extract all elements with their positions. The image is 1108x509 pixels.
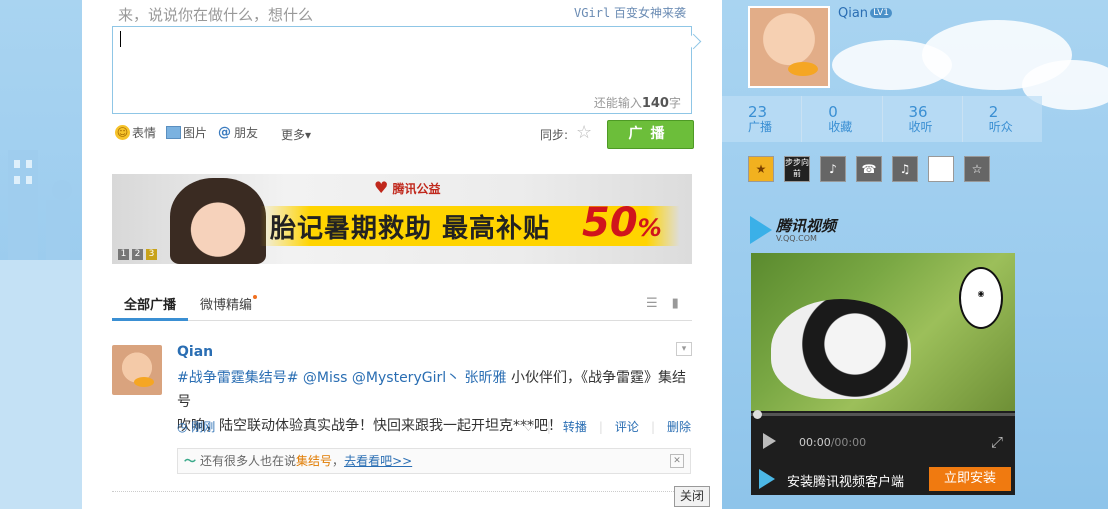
composer-toolbar: ☺ 表情 图片 @ 朋友 (115, 124, 258, 141)
banner-percent: 50% (582, 200, 662, 246)
list-view-icon[interactable]: ☰ (646, 296, 658, 311)
delete-link[interactable]: 删除 (667, 418, 691, 435)
app-icons: ★ 步步向前 ♪ ☎ ♫ ☆ … (748, 156, 990, 308)
hot-topic-cn: 百变女神来袭 (610, 6, 686, 20)
text-caret (120, 31, 121, 47)
phone-app-icon[interactable]: ☎ (856, 156, 882, 182)
fullscreen-icon[interactable]: ⤢ (991, 433, 1003, 451)
music-app-icon[interactable]: ♪ (820, 156, 846, 182)
video-frame[interactable]: ◉ (751, 253, 1015, 411)
tip-topic[interactable]: 集结号 (296, 454, 332, 468)
video-player[interactable]: ◉ 00:00/00:00 ⤢ 安装腾讯视频客户端 立即安装 (751, 253, 1015, 495)
post-meta: ◷ 刚刚 ♡ | 转播 | 评论 | 删除 (177, 418, 691, 435)
post-menu-dropdown[interactable]: ▾ (676, 342, 692, 356)
banner-pager: 1 2 3 (118, 249, 157, 260)
post-divider (112, 491, 692, 492)
banner-page-2[interactable]: 2 (132, 249, 143, 260)
emoji-button[interactable]: ☺ 表情 (115, 124, 156, 141)
level-badge: LV1 (870, 8, 892, 18)
blank-app-icon[interactable] (928, 156, 954, 182)
banner-page-3[interactable]: 3 (146, 249, 157, 260)
panda-badge-icon: ◉ (959, 267, 1003, 329)
tip-link[interactable]: 去看看吧>> (344, 454, 412, 468)
medal-app-icon[interactable]: ★ (748, 156, 774, 182)
image-icon (166, 126, 182, 139)
video-time: 00:00/00:00 (799, 436, 867, 449)
smile-icon: ☺ (115, 125, 130, 140)
play-logo-icon (750, 216, 772, 244)
install-bar: 安装腾讯视频客户端 立即安装 (751, 463, 1015, 495)
charity-logo: ♥ 腾讯公益 (374, 178, 441, 197)
charity-banner[interactable]: ♥ 腾讯公益 胎记暑期救助 最高补贴 50% 1 2 3 (112, 174, 692, 264)
note-app-icon[interactable]: ♫ (892, 156, 918, 182)
tab-weibo-picks[interactable]: 微博精编 (200, 294, 252, 313)
close-icon[interactable]: ✕ (670, 454, 684, 468)
mention-friends-button[interactable]: @ 朋友 (217, 124, 258, 141)
hot-topic-en: VGirl (574, 6, 611, 20)
post-avatar[interactable] (112, 345, 162, 395)
new-dot (253, 295, 257, 299)
stat-favorites[interactable]: 0 收藏 (802, 96, 883, 142)
video-progress[interactable] (751, 410, 1015, 419)
stat-followers[interactable]: 2 听众 (963, 96, 1042, 142)
profile-avatar[interactable] (748, 6, 830, 88)
sync-star-icon[interactable]: ☆ (576, 122, 592, 143)
compose-textarea[interactable]: 还能输入140字 (112, 26, 692, 114)
tab-all-broadcasts[interactable]: 全部广播 (111, 294, 189, 321)
city-illustration (0, 150, 82, 509)
panda-image (771, 299, 911, 399)
post-actions: ♡ | 转播 | 评论 | 删除 (522, 418, 691, 435)
install-button[interactable]: 立即安装 (929, 467, 1011, 491)
tencent-video-logo[interactable]: 腾讯视频 V.QQ.COM (750, 216, 836, 244)
profile-name[interactable]: Qian LV1 (838, 6, 892, 21)
at-icon: @ (218, 125, 232, 140)
post-username[interactable]: Qian (177, 344, 213, 360)
char-count: 还能输入140字 (593, 96, 681, 111)
progress-knob[interactable] (753, 410, 762, 419)
main-column: 来，说说你在做什么，想什么 VGirl 百变女神来袭 还能输入140字 ☺ 表情… (82, 0, 722, 509)
heart-icon: ♥ (374, 178, 389, 197)
broadcast-button[interactable]: 广播 (607, 120, 694, 149)
feed-tabs: 全部广播 微博精编 ☰ ▮ (111, 286, 692, 321)
star-app-icon[interactable]: ☆ (964, 156, 990, 182)
post-mentions[interactable]: @Miss @MysteryGirl丶 张昕雅 (298, 370, 507, 386)
comment-link[interactable]: 评论 (615, 418, 639, 435)
composer-hint: 来，说说你在做什么，想什么 (118, 6, 314, 24)
hot-topic-link[interactable]: VGirl 百变女神来袭 (574, 4, 686, 21)
close-button[interactable]: 关闭 (674, 486, 710, 507)
step-forward-app-icon[interactable]: 步步向前 (784, 156, 810, 182)
install-text: 安装腾讯视频客户端 (787, 475, 905, 490)
topic-tip: 〜还有很多人也在说集结号，去看看吧>> ✕ (177, 448, 691, 474)
post-hashtag[interactable]: #战争雷霆集结号# (177, 370, 298, 386)
client-play-icon (759, 469, 775, 489)
trend-icon: 〜 (184, 454, 197, 468)
banner-slogan: 胎记暑期救助 最高补贴 (270, 214, 551, 244)
like-icon[interactable]: ♡ (522, 419, 535, 435)
view-toggle: ☰ ▮ (646, 296, 679, 311)
girl-photo (170, 178, 266, 264)
rebroadcast-link[interactable]: 转播 (563, 418, 587, 435)
profile-stats: 23 广播 0 收藏 36 收听 2 听众 (722, 96, 1042, 142)
post-time[interactable]: ◷ 刚刚 (177, 420, 215, 434)
sidebar: Qian LV1 23 广播 0 收藏 36 收听 2 听众 ★ 步步向前 ♪ ☎ ♫ ☆… (722, 0, 1108, 509)
banner-page-1[interactable]: 1 (118, 249, 129, 260)
more-tools-dropdown[interactable]: 更多▾ (281, 126, 311, 143)
image-button[interactable]: 图片 (166, 124, 207, 141)
filter-icon[interactable]: ▮ (672, 296, 679, 311)
sync-label: 同步: (540, 128, 569, 142)
stat-broadcasts[interactable]: 23 广播 (722, 96, 803, 142)
play-icon[interactable] (763, 433, 776, 449)
stat-following[interactable]: 36 收听 (883, 96, 963, 142)
